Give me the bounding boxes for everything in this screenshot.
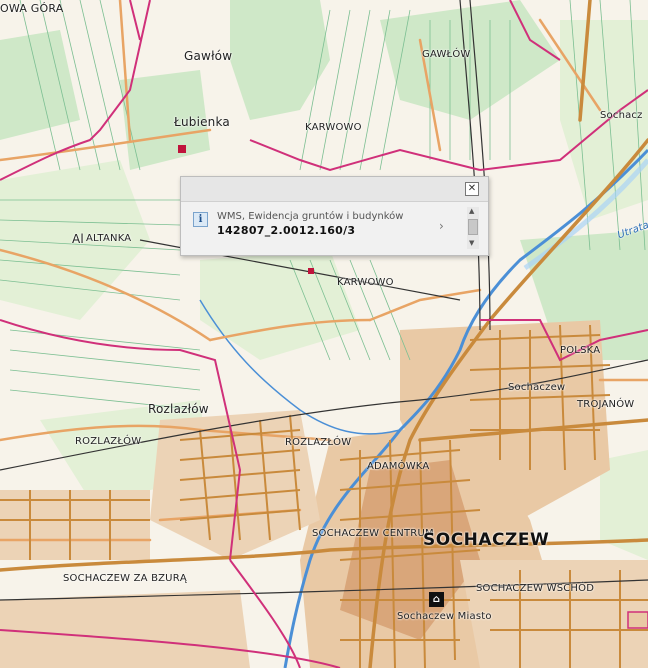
label-karwowo-top: KARWOWO (305, 122, 362, 133)
label-polska: POLSKA (560, 345, 601, 356)
popup-header: ✕ (181, 177, 488, 202)
label-sochaczew-small: Sochaczew (508, 382, 566, 393)
label-gawlow-area: GAWŁÓW (422, 49, 471, 60)
label-sochaczew-za-bzura: SOCHACZEW ZA BZURĄ (63, 573, 187, 584)
layer-name: WMS, Ewidencja gruntów i budynków (217, 211, 404, 222)
scroll-thumb[interactable] (468, 219, 478, 235)
label-rozlazlow-mid: ROZLAZŁÓW (285, 437, 352, 448)
map-canvas[interactable]: OWA GÓRA Gawłów GAWŁÓW Łubienka KARWOWO … (0, 0, 648, 668)
label-trojanow: TROJANÓW (577, 399, 635, 410)
map-layer (0, 0, 648, 668)
popup-scrollbar[interactable]: ▲ ▼ (467, 207, 479, 249)
scroll-up-icon[interactable]: ▲ (469, 207, 474, 215)
label-sochaczew-wschod: SOCHACZEW WSCHÓD (476, 583, 595, 594)
scroll-down-icon[interactable]: ▼ (469, 239, 474, 247)
label-rozlazlow-left: ROZLAZŁÓW (75, 436, 142, 447)
label-adamowka: ADAMÓWKA (367, 461, 430, 472)
label-altanka-prefix: Al (72, 232, 84, 246)
label-owa-gora: OWA GÓRA (0, 2, 64, 15)
label-sochaczew-city: SOCHACZEW (423, 530, 550, 550)
label-sochaczew-miasto: Sochaczew Miasto (397, 611, 492, 622)
close-icon[interactable]: ✕ (465, 182, 479, 196)
label-karwowo-mid: KARWOWO (337, 277, 394, 288)
label-altanka: ALTANKA (86, 233, 132, 244)
label-lubienka: Łubienka (174, 115, 230, 129)
station-icon[interactable]: ⌂ (429, 592, 444, 607)
chevron-right-icon[interactable]: › (439, 219, 444, 233)
label-rozlazlow-village: Rozlazłów (148, 402, 209, 416)
label-sochaczew-centrum: SOCHACZEW CENTRUM (312, 528, 434, 539)
parcel-id: 142807_2.0012.160/3 (217, 224, 356, 237)
label-gawlow-village: Gawłów (184, 49, 233, 63)
info-icon: i (193, 212, 208, 227)
label-sochacz-edge: Sochacz (600, 110, 643, 121)
feature-info-popup: ✕ i WMS, Ewidencja gruntów i budynków 14… (180, 176, 489, 256)
